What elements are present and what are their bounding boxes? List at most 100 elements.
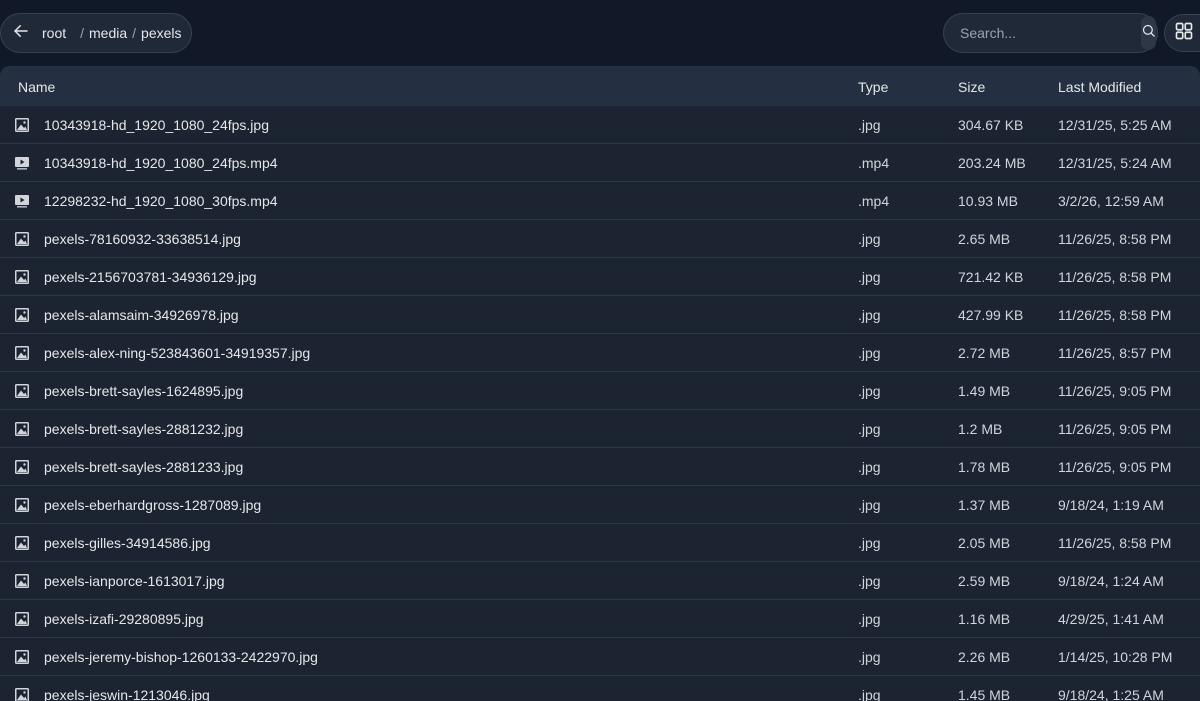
file-type: .jpg — [858, 611, 881, 627]
file-modified: 9/18/24, 1:25 AM — [1058, 687, 1164, 701]
table-row[interactable]: 10343918-hd_1920_1080_24fps.jpg .jpg 304.6… — [0, 106, 1200, 144]
table-row[interactable]: pexels-izafi-29280895.jpg .jpg 1.16 MB 4/29… — [0, 600, 1200, 638]
file-name: pexels-2156703781-34936129.jpg — [44, 269, 257, 285]
file-size: 2.72 MB — [958, 345, 1011, 361]
file-name: 10343918-hd_1920_1080_24fps.jpg — [44, 117, 269, 133]
breadcrumb-root[interactable]: root — [42, 25, 66, 41]
search-icon — [1141, 23, 1156, 43]
breadcrumb: root / media / pexels — [0, 13, 192, 53]
file-type: .jpg — [858, 269, 881, 285]
file-type: .jpg — [858, 345, 881, 361]
grid-view-icon — [1174, 21, 1194, 46]
file-modified: 9/18/24, 1:24 AM — [1058, 573, 1164, 589]
table-row[interactable]: pexels-eberhardgross-1287089.jpg .jpg 1.37… — [0, 486, 1200, 524]
file-size: 1.37 MB — [958, 497, 1011, 513]
image-file-icon — [14, 573, 30, 589]
file-size: 2.59 MB — [958, 573, 1011, 589]
image-file-icon — [14, 497, 30, 513]
file-type: .jpg — [858, 421, 881, 437]
file-modified: 11/26/25, 8:58 PM — [1058, 307, 1172, 323]
column-header-modified[interactable]: Last Modified — [1058, 79, 1141, 95]
table-row[interactable]: pexels-jeremy-bishop-1260133-2422970.jpg… — [0, 638, 1200, 676]
file-modified: 11/26/25, 8:58 PM — [1058, 269, 1172, 285]
file-name: pexels-izafi-29280895.jpg — [44, 611, 204, 627]
file-modified: 4/29/25, 1:41 AM — [1058, 611, 1164, 627]
table-row[interactable]: pexels-alex-ning-523843601-34919357.jpg.… — [0, 334, 1200, 372]
file-modified: 1/14/25, 10:28 PM — [1058, 649, 1173, 665]
column-header-name[interactable]: Name — [18, 79, 55, 95]
file-size: 427.99 KB — [958, 307, 1024, 323]
back-button[interactable] — [2, 14, 40, 52]
image-file-icon — [14, 611, 30, 627]
column-header-size[interactable]: Size — [958, 79, 985, 95]
file-modified: 11/26/25, 8:57 PM — [1058, 345, 1172, 361]
file-modified: 11/26/25, 9:05 PM — [1058, 421, 1172, 437]
file-modified: 12/31/25, 5:25 AM — [1058, 117, 1172, 133]
file-name: 10343918-hd_1920_1080_24fps.mp4 — [44, 155, 278, 171]
image-file-icon — [14, 535, 30, 551]
table-row[interactable]: pexels-gilles-34914586.jpg .jpg 2.05 MB 11/… — [0, 524, 1200, 562]
file-name: pexels-78160932-33638514.jpg — [44, 231, 241, 247]
file-type: .jpg — [858, 307, 881, 323]
file-name: pexels-jeremy-bishop-1260133-2422970.jpg — [44, 649, 318, 665]
image-file-icon — [14, 231, 30, 247]
file-type: .jpg — [858, 383, 881, 399]
file-name: pexels-brett-sayles-2881233.jpg — [44, 459, 244, 475]
image-file-icon — [14, 649, 30, 665]
image-file-icon — [14, 345, 30, 361]
file-type: .jpg — [858, 573, 881, 589]
grid-view-button[interactable] — [1164, 14, 1200, 52]
file-name: pexels-ianporce-1613017.jpg — [44, 573, 225, 589]
file-size: 2.65 MB — [958, 231, 1011, 247]
file-table: Name Type Size Last Modified 10343918-hd… — [0, 66, 1200, 701]
file-type: .jpg — [858, 687, 881, 701]
file-name: pexels-jeswin-1213046.jpg — [44, 687, 210, 701]
file-type: .jpg — [858, 649, 881, 665]
file-size: 1.2 MB — [958, 421, 1003, 437]
file-size: 1.49 MB — [958, 383, 1011, 399]
table-row[interactable]: pexels-2156703781-34936129.jpg .jpg 721.42… — [0, 258, 1200, 296]
file-name: pexels-alex-ning-523843601-34919357.jpg — [44, 345, 311, 361]
table-row[interactable]: pexels-ianporce-1613017.jpg .jpg 2.59 MB 9/… — [0, 562, 1200, 600]
image-file-icon — [14, 269, 30, 285]
file-name: pexels-brett-sayles-2881232.jpg — [44, 421, 244, 437]
image-file-icon — [14, 117, 30, 133]
file-modified: 9/18/24, 1:19 AM — [1058, 497, 1164, 513]
file-type: .jpg — [858, 497, 881, 513]
file-size: 721.42 KB — [958, 269, 1024, 285]
file-size: 1.78 MB — [958, 459, 1011, 475]
file-type: .mp4 — [858, 155, 890, 171]
search-input[interactable] — [944, 25, 1141, 41]
table-row[interactable]: pexels-jeswin-1213046.jpg .jpg 1.45 MB 9/18… — [0, 676, 1200, 701]
table-row[interactable]: 10343918-hd_1920_1080_24fps.mp4 .mp4 203.2… — [0, 144, 1200, 182]
table-header: Name Type Size Last Modified — [0, 66, 1200, 106]
table-row[interactable]: pexels-78160932-33638514.jpg .jpg 2.65 MB 1… — [0, 220, 1200, 258]
file-size: 2.05 MB — [958, 535, 1011, 551]
breadcrumb-separator: / — [132, 25, 137, 41]
file-size: 304.67 KB — [958, 117, 1024, 133]
file-modified: 12/31/25, 5:24 AM — [1058, 155, 1172, 171]
breadcrumb-media[interactable]: media — [89, 25, 127, 41]
video-file-icon — [14, 155, 30, 171]
search-button[interactable] — [1141, 16, 1156, 50]
file-name: pexels-alamsaim-34926978.jpg — [44, 307, 239, 323]
breadcrumb-pexels[interactable]: pexels — [141, 25, 181, 41]
video-file-icon — [14, 193, 30, 209]
table-row[interactable]: pexels-alamsaim-34926978.jpg .jpg 427.99 K… — [0, 296, 1200, 334]
arrow-left-icon — [12, 22, 30, 45]
image-file-icon — [14, 421, 30, 437]
file-size: 1.45 MB — [958, 687, 1011, 701]
file-list: 10343918-hd_1920_1080_24fps.jpg .jpg 304.6… — [0, 106, 1200, 701]
table-row[interactable]: pexels-brett-sayles-2881232.jpg .jpg 1.2 M… — [0, 410, 1200, 448]
top-bar: root / media / pexels — [0, 0, 1200, 66]
file-modified: 11/26/25, 9:05 PM — [1058, 383, 1172, 399]
table-row[interactable]: pexels-brett-sayles-2881233.jpg .jpg 1.78 … — [0, 448, 1200, 486]
column-header-type[interactable]: Type — [858, 79, 888, 95]
table-row[interactable]: 12298232-hd_1920_1080_30fps.mp4 .mp4 10.93… — [0, 182, 1200, 220]
image-file-icon — [14, 383, 30, 399]
file-type: .jpg — [858, 231, 881, 247]
file-type: .mp4 — [858, 193, 890, 209]
breadcrumb-separator: / — [80, 25, 85, 41]
image-file-icon — [14, 307, 30, 323]
table-row[interactable]: pexels-brett-sayles-1624895.jpg .jpg 1.49 … — [0, 372, 1200, 410]
